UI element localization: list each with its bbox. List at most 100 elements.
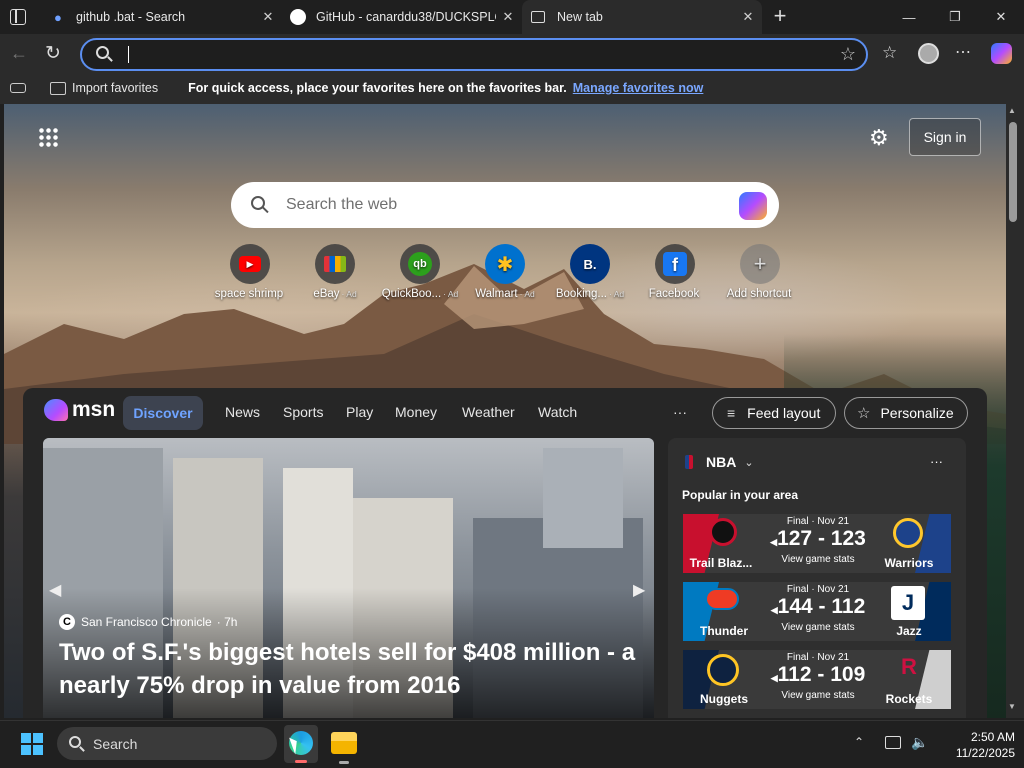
profile-avatar[interactable] [918, 43, 939, 64]
tab-search[interactable]: ● github .bat - Search ✕ [40, 0, 282, 34]
jazz-logo-icon: J [891, 586, 925, 620]
scroll-up-icon[interactable]: ▲ [1008, 106, 1016, 115]
copilot-icon[interactable] [991, 43, 1012, 64]
scroll-down-icon[interactable]: ▼ [1008, 702, 1016, 711]
game-row[interactable]: Trail Blaz... Final · Nov 21 ◀127 - 123 … [683, 514, 951, 573]
tab-new-tab[interactable]: New tab ✕ [522, 0, 762, 34]
reading-view-icon[interactable] [10, 83, 26, 93]
shortcut-walmart[interactable]: ✱ Walmart · Ad [460, 244, 550, 300]
tab-money[interactable]: Money [395, 404, 437, 420]
edge-taskbar-icon[interactable] [284, 725, 318, 763]
shortcut-booking[interactable]: B. Booking... · Ad [545, 244, 635, 300]
story-headline[interactable]: Two of S.F.'s biggest hotels sell for $4… [59, 636, 635, 702]
favorites-bar: Import favorites For quick access, place… [0, 72, 1024, 104]
favorite-star-icon[interactable]: ☆ [840, 44, 856, 65]
tab-play[interactable]: Play [346, 404, 373, 420]
story-age: · 7h [216, 615, 238, 629]
apps-grid-icon[interactable] [38, 127, 58, 147]
ad-badge: · Ad [443, 289, 459, 299]
add-shortcut-button[interactable]: + Add shortcut [715, 244, 805, 300]
refresh-icon[interactable]: ↻ [45, 42, 61, 65]
file-explorer-icon[interactable] [331, 732, 357, 764]
game-score: Final · Nov 21 ◀112 - 109 View game stat… [768, 652, 868, 701]
settings-gear-icon[interactable]: ⚙ [869, 125, 889, 151]
favorites-bar-message: For quick access, place your favorites h… [188, 81, 567, 95]
close-tab-icon[interactable]: ✕ [740, 9, 756, 25]
tab-actions-icon[interactable] [10, 9, 26, 25]
publisher-logo-icon: C [59, 614, 75, 630]
clock[interactable]: 2:50 AM 11/22/2025 [935, 729, 1015, 761]
search-input[interactable]: Search the web [286, 196, 397, 214]
windows-start-icon[interactable] [21, 733, 43, 755]
nba-logo-icon [685, 455, 693, 469]
show-hidden-icons[interactable]: ⌃ [854, 735, 864, 749]
favorites-icon[interactable]: ☆ [882, 43, 897, 63]
game-row[interactable]: Thunder Final · Nov 21 ◀144 - 112 View g… [683, 582, 951, 641]
import-favorites-icon[interactable] [50, 81, 66, 95]
quickbooks-icon: qb [400, 244, 440, 284]
personalize-label: Personalize [880, 405, 954, 421]
close-tab-icon[interactable]: ✕ [260, 9, 276, 25]
msn-logo[interactable]: msn [44, 398, 115, 422]
copilot-icon[interactable] [739, 192, 767, 220]
restore-button[interactable]: ❐ [932, 0, 978, 34]
close-tab-icon[interactable]: ✕ [500, 9, 516, 25]
minimize-button[interactable]: — [886, 0, 932, 34]
tab-sports[interactable]: Sports [283, 404, 323, 420]
sliders-icon: ≡ [727, 405, 736, 421]
shortcut-facebook[interactable]: f Facebook [630, 244, 720, 300]
shortcut-quickbooks[interactable]: qb QuickBoo... · Ad [375, 244, 465, 300]
import-favorites-button[interactable]: Import favorites [72, 81, 158, 95]
scrollbar-thumb[interactable] [1009, 122, 1017, 222]
game-row[interactable]: Nuggets Final · Nov 21 ◀112 - 109 View g… [683, 650, 951, 709]
feed-layout-button[interactable]: ≡ Feed layout [712, 397, 836, 429]
view-game-stats-link[interactable]: View game stats [768, 622, 868, 633]
manage-favorites-link[interactable]: Manage favorites now [573, 81, 704, 95]
sign-in-button[interactable]: Sign in [909, 118, 981, 156]
shortcut-space-shrimp[interactable]: ▶ space shrimp [205, 244, 295, 300]
view-game-stats-link[interactable]: View game stats [768, 554, 868, 565]
home-score: 112 [831, 595, 866, 618]
headline-line-2: nearly 75% drop in value from 2016 [59, 672, 461, 699]
youtube-icon: ▶ [230, 244, 270, 284]
taskbar-search[interactable]: Search [57, 727, 277, 760]
tab-news[interactable]: News [225, 404, 260, 420]
volume-icon[interactable]: 🔈 [911, 734, 928, 751]
next-story-icon[interactable]: ▶ [633, 580, 645, 600]
away-score: 144 [777, 595, 813, 618]
new-tab-button[interactable]: + [768, 3, 792, 29]
chevron-down-icon[interactable]: ⌄ [744, 456, 753, 469]
prev-story-icon[interactable]: ◀ [49, 580, 61, 600]
warriors-logo-icon [893, 518, 923, 548]
tab-github[interactable]: GitHub - canarddu38/DUCKSPLOIT ✕ [282, 0, 522, 34]
shortcut-ebay[interactable]: eBay · Ad [290, 244, 380, 300]
nav-label: Discover [133, 405, 193, 421]
tab-weather[interactable]: Weather [462, 404, 515, 420]
address-bar[interactable]: ☆ [80, 38, 868, 71]
back-icon[interactable]: ← [10, 43, 28, 64]
view-game-stats-link[interactable]: View game stats [768, 690, 868, 701]
github-icon [290, 9, 306, 25]
more-nav-button[interactable]: ··· [673, 404, 687, 420]
nba-title[interactable]: NBA [706, 454, 736, 470]
personalize-button[interactable]: ☆ Personalize [844, 397, 968, 429]
sign-in-label: Sign in [923, 129, 967, 145]
trail-blazers-logo-icon [709, 518, 737, 546]
headline-line-1: Two of S.F.'s biggest hotels sell for $4… [59, 639, 636, 666]
story-source: San Francisco Chronicle [81, 615, 212, 629]
tab-title: github .bat - Search [76, 10, 186, 24]
tab-discover[interactable]: Discover [123, 396, 203, 430]
shortcut-label: QuickBoo... [381, 288, 442, 300]
more-icon[interactable]: ⋯ [955, 42, 971, 62]
network-icon[interactable] [885, 736, 901, 749]
away-team-name: Thunder [700, 624, 748, 638]
close-window-button[interactable]: ✕ [978, 0, 1024, 34]
facebook-icon: f [655, 244, 695, 284]
web-search-box[interactable]: Search the web [231, 182, 779, 228]
butterfly-icon [44, 399, 68, 421]
tab-watch[interactable]: Watch [538, 404, 577, 420]
game-status: Final · Nov 21 [786, 584, 850, 595]
new-tab-icon [531, 11, 545, 23]
nba-more-button[interactable]: ··· [930, 454, 943, 469]
top-story-card[interactable]: ◀ ▶ C San Francisco Chronicle · 7h Two o… [43, 438, 654, 718]
